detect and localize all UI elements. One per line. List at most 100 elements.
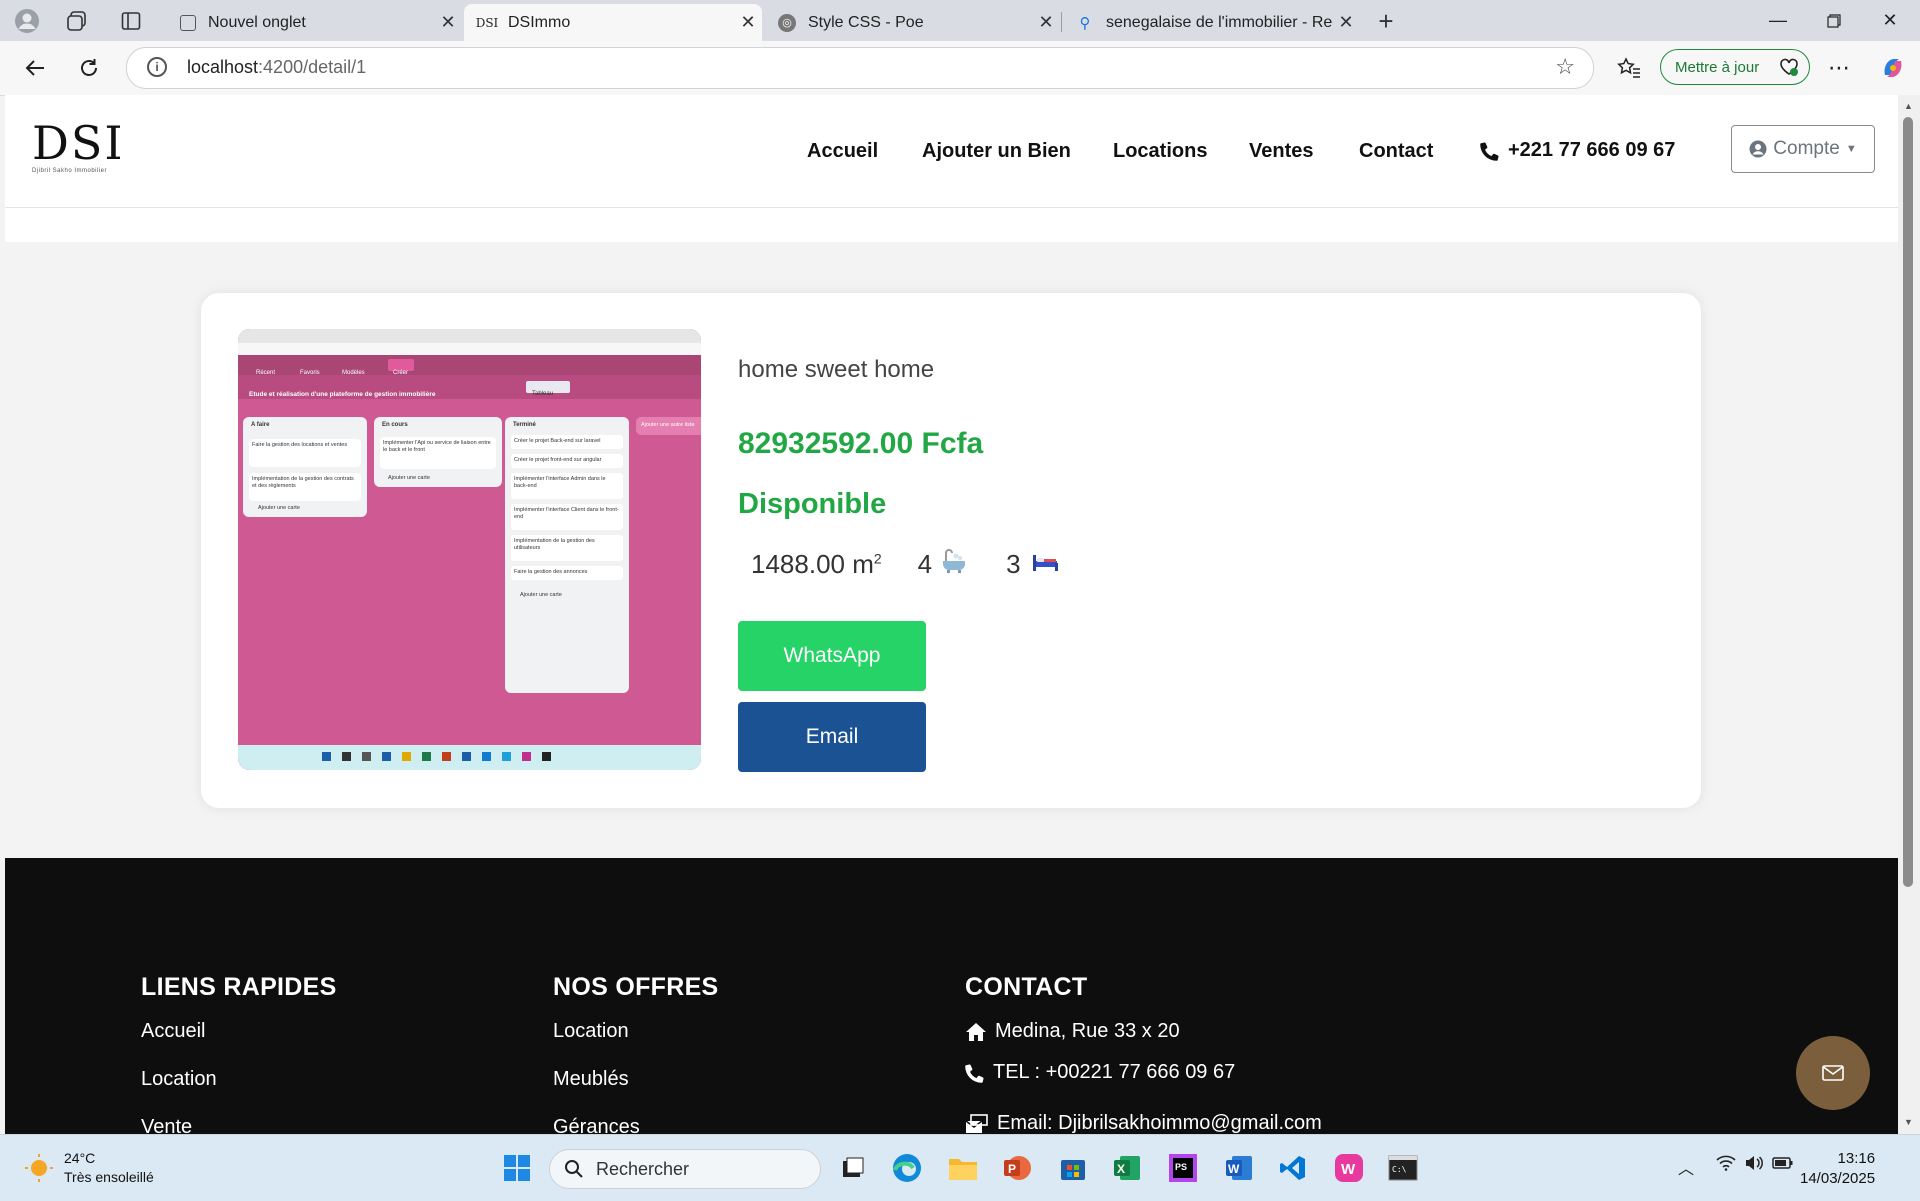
screenshot-add-list: Ajouter une autre liste [641, 422, 695, 428]
favorite-star-icon[interactable]: ☆ [1555, 54, 1575, 80]
phpstorm-icon[interactable]: PS [1166, 1151, 1200, 1185]
footer-heading: LIENS RAPIDES [141, 973, 337, 1001]
contact-email-text[interactable]: Email: Djibrilsakhoimmo@gmail.com [997, 1112, 1322, 1134]
bed-icon [1031, 549, 1059, 580]
screenshot-menu-recent: Récent [256, 370, 276, 376]
nav-ventes[interactable]: Ventes [1249, 140, 1313, 163]
footer-link-location[interactable]: Location [553, 1020, 719, 1043]
caret-down-icon: ▼ [1845, 143, 1857, 155]
poe-favicon-icon: ◎ [778, 13, 796, 32]
footer-link-vente[interactable]: Vente [141, 1116, 337, 1134]
file-explorer-icon[interactable] [946, 1151, 980, 1185]
wamp-icon[interactable]: W [1332, 1151, 1366, 1185]
page-scrollbar[interactable]: ▲ ▼ [1898, 95, 1920, 1134]
clock-date: 14/03/2025 [1800, 1170, 1876, 1187]
property-price: 82932592.00 Fcfa [738, 427, 984, 460]
tray-chevron-up-icon[interactable]: ︿ [1678, 1155, 1694, 1179]
screenshot-board-title: Etude et réalisation d'une plateforme de… [249, 391, 436, 398]
windows-start-icon[interactable] [500, 1151, 534, 1185]
svg-text:C:\: C:\ [1392, 1165, 1407, 1174]
more-menu-icon[interactable]: ⋯ [1824, 53, 1854, 83]
footer-link-location[interactable]: Location [141, 1068, 337, 1091]
close-icon[interactable]: ✕ [1032, 12, 1060, 33]
vscode-icon[interactable] [1276, 1151, 1310, 1185]
whatsapp-button[interactable]: WhatsApp [738, 621, 926, 691]
svg-text:PS: PS [1175, 1162, 1187, 1172]
scroll-up-icon[interactable]: ▲ [1904, 101, 1913, 111]
minimize-icon[interactable]: — [1750, 0, 1806, 41]
footer-link-gerances[interactable]: Gérances [553, 1116, 719, 1134]
task-view-icon[interactable] [836, 1151, 870, 1185]
powerpoint-icon[interactable]: P [1000, 1151, 1034, 1185]
tab-actions-icon[interactable] [118, 8, 144, 34]
weather-desc: Très ensoleillé [64, 1169, 154, 1185]
screenshot-add-card: Ajouter une carte [520, 592, 562, 598]
edge-browser-icon[interactable] [890, 1151, 924, 1185]
screenshot-add-card: Ajouter une carte [258, 505, 300, 511]
weather-widget[interactable]: 24°C Très ensoleillé [24, 1149, 154, 1187]
screenshot-card: Faire la gestion des annonces [514, 569, 588, 575]
tab-new-tab[interactable]: Nouvel onglet ✕ [166, 4, 462, 41]
weather-temp: 24°C [64, 1150, 96, 1166]
tab-dsimmo[interactable]: DSI DSImmo ✕ [464, 4, 762, 41]
taskbar-search-placeholder: Rechercher [596, 1158, 690, 1179]
scrollbar-thumb[interactable] [1903, 117, 1913, 887]
close-icon[interactable]: ✕ [1332, 12, 1360, 33]
area-number: 1488.00 m [751, 549, 874, 579]
word-icon[interactable]: W [1222, 1151, 1256, 1185]
taskbar-search[interactable]: Rechercher [549, 1149, 821, 1189]
screenshot-card: Faire la gestion des locations et ventes [252, 442, 348, 448]
battery-icon[interactable] [1772, 1155, 1794, 1176]
contact-address-text: Medina, Rue 33 x 20 [995, 1020, 1180, 1042]
bathtub-icon [940, 547, 968, 582]
nav-ajouter-un-bien[interactable]: Ajouter un Bien [922, 140, 1071, 163]
footer-link-accueil[interactable]: Accueil [141, 1020, 337, 1043]
floating-mail-button[interactable] [1796, 1036, 1870, 1110]
back-icon[interactable] [20, 53, 50, 83]
footer-link-meubles[interactable]: Meublés [553, 1068, 719, 1091]
profile-icon[interactable] [14, 8, 40, 34]
screenshot-col-title: En cours [382, 422, 408, 428]
email-button[interactable]: Email [738, 702, 926, 772]
tab-poe[interactable]: ◎ Style CSS - Poe ✕ [764, 4, 1060, 41]
excel-icon[interactable]: X [1110, 1151, 1144, 1185]
restore-icon[interactable] [1806, 0, 1862, 41]
tab-title: senegalaise de l'immobilier - Rech [1106, 13, 1332, 31]
property-image[interactable]: Etude et réalisation d'une plateforme de… [238, 329, 701, 770]
account-dropdown[interactable]: Compte ▼ [1731, 125, 1875, 173]
sun-icon [25, 1154, 53, 1182]
url-field[interactable]: i localhost:4200/detail/1 ☆ [126, 47, 1594, 89]
new-tab-button[interactable]: + [1373, 6, 1399, 36]
contact-address: Medina, Rue 33 x 20 [965, 1020, 1322, 1043]
screenshot-card: Implémentation de la gestion des utilisa… [514, 538, 595, 551]
terminal-icon[interactable]: C:\ [1386, 1151, 1420, 1185]
search-favicon-icon: ⚲ [1079, 14, 1091, 32]
nav-locations[interactable]: Locations [1113, 140, 1207, 163]
taskbar-clock[interactable]: 13:16 14/03/2025 [1800, 1149, 1875, 1189]
site-info-icon[interactable]: i [147, 57, 167, 77]
windows-taskbar: 24°C Très ensoleillé Rechercher P X PS W… [0, 1134, 1920, 1201]
workspaces-icon[interactable] [64, 8, 90, 34]
nav-phone[interactable]: +221 77 666 09 67 [1480, 139, 1675, 162]
volume-icon[interactable] [1744, 1155, 1764, 1176]
scroll-down-icon[interactable]: ▼ [1904, 1117, 1913, 1127]
copilot-icon[interactable] [1878, 53, 1908, 83]
reload-icon[interactable] [74, 53, 104, 83]
nav-accueil[interactable]: Accueil [807, 140, 878, 163]
phone-number: +221 77 666 09 67 [1508, 139, 1676, 161]
microsoft-store-icon[interactable] [1056, 1151, 1090, 1185]
wifi-icon[interactable] [1716, 1155, 1736, 1176]
close-icon[interactable]: ✕ [734, 12, 762, 33]
close-window-icon[interactable]: ✕ [1862, 0, 1918, 41]
tab-title: DSImmo [508, 13, 571, 31]
tab-search[interactable]: ⚲ senegalaise de l'immobilier - Rech ✕ [1062, 4, 1360, 41]
footer-heading: NOS OFFRES [553, 973, 719, 1001]
nav-contact[interactable]: Contact [1359, 140, 1433, 163]
account-label: Compte [1773, 138, 1840, 159]
phone-icon [1480, 141, 1499, 161]
site-logo[interactable]: DSI Djibril Sakho Immobilier [32, 120, 125, 174]
close-icon[interactable]: ✕ [434, 12, 462, 33]
screenshot-view-label: Tableau [532, 391, 554, 397]
favorites-icon[interactable] [1614, 53, 1644, 83]
update-button[interactable]: Mettre à jour [1660, 49, 1810, 85]
